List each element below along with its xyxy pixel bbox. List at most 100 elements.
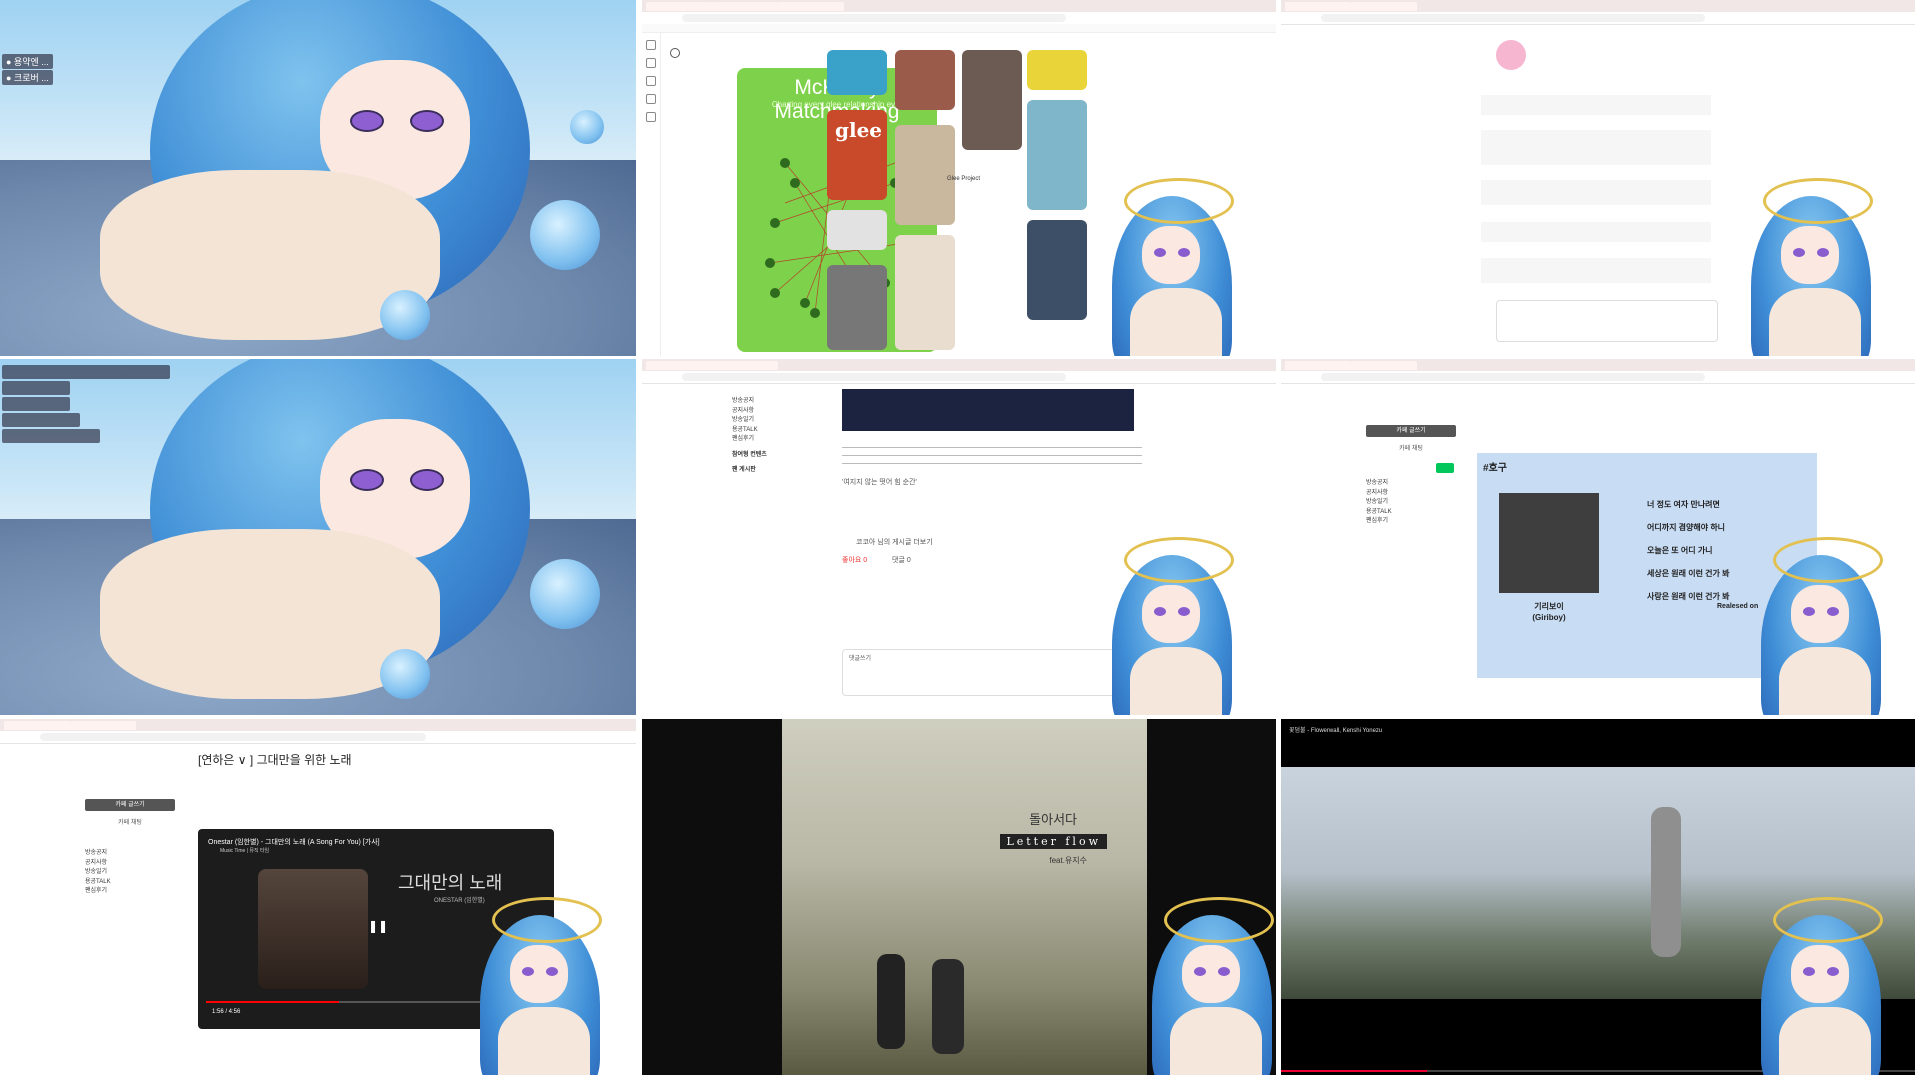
- pin-thumbnail[interactable]: [827, 50, 887, 95]
- artist-name: 기리보이: [1534, 602, 1564, 611]
- puff-plush-icon: [570, 110, 604, 144]
- comment-item: [1481, 222, 1711, 242]
- sidebar-item[interactable]: 공지사항: [732, 407, 767, 417]
- comment-input[interactable]: [1496, 300, 1718, 342]
- pin-thumbnail[interactable]: [895, 50, 955, 110]
- sidebar-section-title: 팬 게시판: [732, 467, 756, 473]
- browser-tab[interactable]: [646, 2, 712, 11]
- sidebar-item[interactable]: 용공TALK: [1366, 508, 1392, 518]
- browser-tab[interactable]: [4, 721, 70, 730]
- chat-message: [2, 429, 100, 443]
- pin-thumbnail[interactable]: [895, 125, 955, 225]
- video-embed-strip[interactable]: [842, 389, 1134, 431]
- sidebar-item[interactable]: 방송일기: [85, 868, 111, 878]
- browser-tab[interactable]: [1351, 2, 1417, 11]
- browser-tile-comments: [1281, 0, 1915, 356]
- chat-message: [2, 413, 80, 427]
- back-icon[interactable]: [670, 48, 680, 58]
- cafe-write-button[interactable]: 카페 글쓰기: [85, 799, 175, 811]
- browser-tab[interactable]: [712, 2, 778, 11]
- sidebar-item[interactable]: 방송공지: [85, 849, 111, 859]
- tab-bar: [1281, 359, 1915, 371]
- comment-item: [1481, 180, 1711, 205]
- browser-tab[interactable]: [778, 2, 844, 11]
- browser-tab[interactable]: [1351, 361, 1417, 370]
- lyric-lines: 너 정도 여자 만나려면 어디까지 겸양해야 하니 오늘은 또 어디 가니 세상…: [1647, 493, 1730, 608]
- address-bar: [1281, 371, 1915, 384]
- tab-bar: [642, 359, 1276, 371]
- url-input[interactable]: [682, 14, 1067, 22]
- sidebar-item[interactable]: 팬심후기: [1366, 517, 1392, 527]
- puff-plush-icon: [380, 649, 430, 699]
- album-cover: 돌아서다 Letter flow feat.유지수: [782, 719, 1147, 1075]
- lyric-quote: '여지지 않는 떳어 힘 순간': [842, 479, 917, 486]
- comment-count: 댓글 0: [892, 557, 911, 564]
- artist-photo: [1499, 493, 1599, 593]
- person-silhouette: [932, 959, 964, 1054]
- pin-thumbnail[interactable]: [1027, 50, 1087, 90]
- messages-icon[interactable]: [646, 112, 656, 122]
- sidebar-item[interactable]: 방송일기: [732, 416, 767, 426]
- more-posts-link[interactable]: 코코아 님의 게시글 더보기: [856, 537, 933, 547]
- sidebar-item[interactable]: 방송일기: [1366, 498, 1392, 508]
- browser-tab[interactable]: [1285, 361, 1351, 370]
- like-button[interactable]: 좋아요 0: [842, 555, 867, 565]
- browser-tab[interactable]: [1285, 2, 1351, 11]
- pin-thumbnail[interactable]: [827, 265, 887, 350]
- sidebar-item[interactable]: 용공TALK: [85, 878, 111, 888]
- search-button[interactable]: [1436, 463, 1454, 473]
- time-display: 1:56 / 4:56: [212, 1009, 241, 1015]
- browser-tab[interactable]: [712, 361, 778, 370]
- notifications-icon[interactable]: [646, 94, 656, 104]
- home-icon[interactable]: [646, 40, 656, 50]
- vtuber-avatar: [1102, 178, 1252, 356]
- pin-thumbnail[interactable]: glee: [827, 110, 887, 200]
- video-title: 꽃덤불 - Flowerwall, Kenshi Yonezu: [1289, 728, 1383, 734]
- sidebar-item[interactable]: 팬심후기: [85, 887, 111, 897]
- chat-message: ● 크로버 ...: [2, 70, 53, 85]
- pin-thumbnail[interactable]: [827, 210, 887, 250]
- vtuber-avatar: [1142, 897, 1276, 1075]
- post-paragraph: [842, 447, 1142, 469]
- browser-tab[interactable]: [646, 361, 712, 370]
- vtuber-avatar: [1102, 537, 1252, 715]
- sidebar-item[interactable]: 용공TALK: [732, 426, 767, 436]
- progress-fill: [206, 1001, 339, 1003]
- pin-thumbnail[interactable]: [895, 235, 955, 350]
- sidebar-item[interactable]: 팬심후기: [732, 435, 767, 445]
- cafe-chat-link[interactable]: 카페 채팅: [85, 817, 175, 826]
- comment-input[interactable]: 댓글쓰기: [842, 649, 1124, 696]
- sidebar-item[interactable]: 방송공지: [1366, 479, 1392, 489]
- right-eye: [410, 110, 444, 132]
- sidebar-section-title: 참여형 컨텐츠: [732, 451, 767, 458]
- pinterest-sidebar: [642, 32, 661, 356]
- lyric-line: 어디까지 겸양해야 하니: [1647, 523, 1726, 532]
- url-input[interactable]: [1321, 14, 1706, 22]
- cafe-chat-link[interactable]: 카페 채팅: [1366, 443, 1456, 452]
- pause-icon[interactable]: ❚❚: [368, 919, 388, 933]
- comment-item: [1481, 95, 1711, 115]
- create-icon[interactable]: [646, 76, 656, 86]
- browser-tab[interactable]: [70, 721, 136, 730]
- url-input[interactable]: [1321, 373, 1706, 381]
- url-input[interactable]: [682, 373, 1067, 381]
- chat-message: [2, 397, 70, 411]
- sidebar-item[interactable]: 방송공지: [732, 397, 767, 407]
- glee-caption: Glee Project: [947, 176, 981, 182]
- sidebar-item[interactable]: 공지사항: [1366, 489, 1392, 499]
- art-tile-1: ● 용약엔 ... ● 크로버 ...: [0, 0, 636, 356]
- album-title: 그대만의 노래: [398, 873, 503, 893]
- pin-thumbnail[interactable]: [1027, 100, 1087, 210]
- pin-thumbnail[interactable]: [1027, 220, 1087, 320]
- cafe-write-button[interactable]: 카페 글쓰기: [1366, 425, 1456, 437]
- glee-logo: glee: [835, 118, 883, 142]
- person-silhouette: [877, 954, 905, 1049]
- music-video-tile: 꽃덤불 - Flowerwall, Kenshi Yonezu: [1281, 719, 1915, 1075]
- pin-thumbnail[interactable]: [962, 50, 1022, 150]
- chat-message: [2, 381, 70, 395]
- vtuber-avatar: [1741, 178, 1891, 356]
- url-input[interactable]: [40, 733, 426, 741]
- sidebar-item[interactable]: 공지사항: [85, 859, 111, 869]
- explore-icon[interactable]: [646, 58, 656, 68]
- address-bar: [0, 731, 636, 744]
